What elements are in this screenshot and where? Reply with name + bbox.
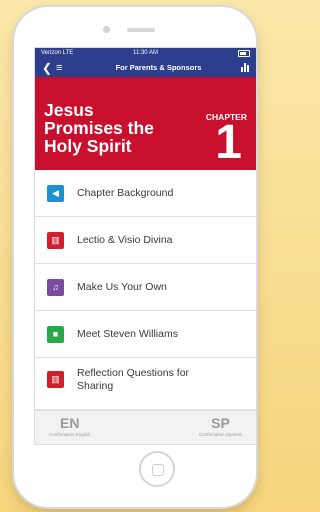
- menu-list: ◀︎ Chapter Background ▥ Lectio & Visio D…: [35, 170, 256, 410]
- book-icon: ▥: [47, 231, 64, 249]
- list-item-chapter-background[interactable]: ◀︎ Chapter Background: [35, 170, 256, 217]
- language-spanish-button[interactable]: SP Confirmation Spanish: [199, 411, 242, 443]
- list-item-reflection-questions[interactable]: ▥ Reflection Questions for Sharing: [35, 358, 256, 410]
- language-bar: EN Confirmation English SP Confirmation …: [35, 410, 256, 443]
- video-camera-icon: ■: [47, 325, 64, 343]
- language-code: EN: [60, 415, 80, 431]
- list-item-label: Lectio & Visio Divina: [77, 233, 173, 246]
- chapter-title: Jesus Promises the Holy Spirit: [44, 100, 154, 156]
- earpiece-speaker: [127, 28, 155, 32]
- language-english-button[interactable]: EN Confirmation English: [49, 411, 91, 443]
- language-code: SP: [211, 415, 230, 431]
- list-item-label: Make Us Your Own: [77, 280, 167, 293]
- status-time: 11:30 AM: [133, 50, 158, 56]
- chapter-header: Jesus Promises the Holy Spirit CHAPTER 1: [35, 77, 256, 170]
- list-item-make-us-your-own[interactable]: ♫ Make Us Your Own: [35, 264, 256, 311]
- book-icon: ▥: [47, 371, 64, 388]
- chapter-number: 1: [215, 116, 242, 169]
- language-label: Confirmation English: [49, 432, 91, 437]
- hamburger-icon[interactable]: ≡: [56, 62, 76, 74]
- language-label: Confirmation Spanish: [198, 432, 242, 437]
- music-note-icon: ♫: [47, 278, 64, 296]
- list-item-label: Chapter Background: [77, 186, 174, 199]
- battery-icon: [238, 49, 250, 57]
- speaker-icon: ◀︎: [47, 184, 64, 202]
- chevron-left-icon[interactable]: ❮: [42, 61, 56, 75]
- list-item-label: Meet Steven Williams: [77, 327, 178, 340]
- app-screen: Verizon LTE 11:30 AM ❮ ≡ For Parents & S…: [34, 47, 257, 445]
- list-item-label: Reflection Questions for Sharing: [77, 367, 190, 392]
- nav-bar: ❮ ≡ For Parents & Sponsors: [35, 58, 256, 77]
- nav-title: For Parents & Sponsors: [115, 63, 202, 72]
- phone-frame: Verizon LTE 11:30 AM ❮ ≡ For Parents & S…: [14, 7, 257, 507]
- status-bar: Verizon LTE 11:30 AM: [35, 48, 256, 58]
- front-camera: [103, 26, 110, 33]
- list-item-meet-steven-williams[interactable]: ■ Meet Steven Williams: [35, 311, 256, 358]
- home-button[interactable]: [139, 451, 175, 487]
- bar-chart-icon[interactable]: [241, 63, 249, 72]
- list-item-lectio-divina[interactable]: ▥ Lectio & Visio Divina: [35, 217, 256, 264]
